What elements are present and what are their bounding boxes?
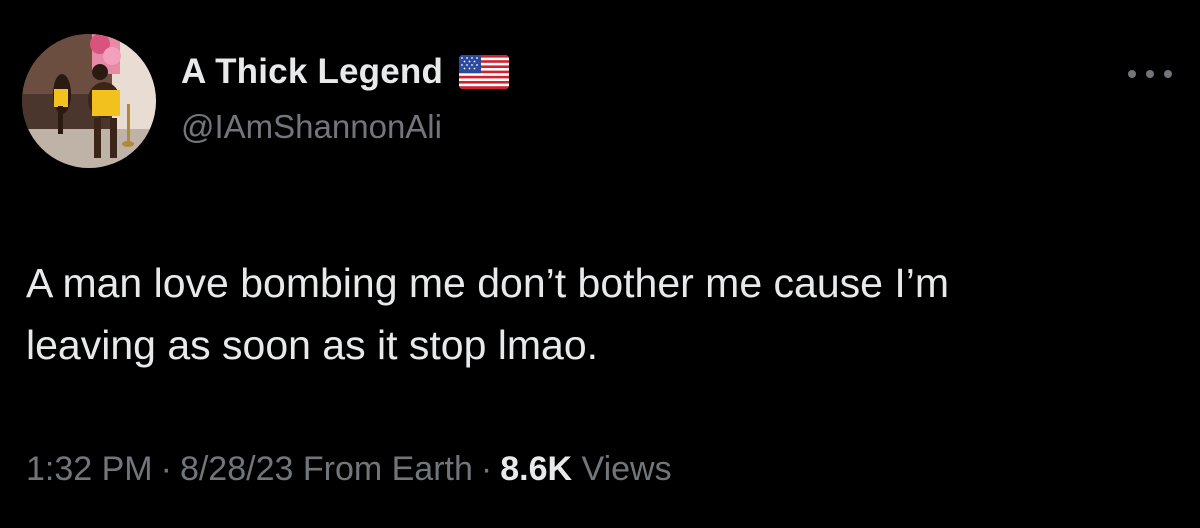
tweet-text: A man love bombing me don’t bother me ca… xyxy=(26,260,949,368)
separator: · xyxy=(160,450,172,488)
tweet-time[interactable]: 1:32 PM xyxy=(26,450,153,488)
dot xyxy=(1164,70,1172,78)
tweet-date[interactable]: 8/28/23 xyxy=(180,450,293,488)
views-label[interactable]: Views xyxy=(582,450,672,488)
dot xyxy=(1146,70,1154,78)
separator: · xyxy=(480,450,493,488)
us-flag-icon xyxy=(459,55,510,89)
user-handle[interactable]: @IAmShannonAli xyxy=(181,108,442,146)
display-name-row[interactable]: A Thick Legend xyxy=(181,52,510,92)
tweet-meta: 1:32 PM · 8/28/23 From Earth · 8.6K Views xyxy=(26,450,672,489)
dot xyxy=(1128,70,1136,78)
profile-photo xyxy=(22,34,156,168)
tweet-card: A Thick Legend @IAmShannonAli A man love… xyxy=(0,0,1200,528)
tweet-source: From Earth xyxy=(302,450,473,488)
avatar[interactable] xyxy=(22,34,156,168)
views-count[interactable]: 8.6K xyxy=(500,450,572,488)
more-options-icon[interactable] xyxy=(1128,62,1172,86)
display-name[interactable]: A Thick Legend xyxy=(181,52,443,92)
